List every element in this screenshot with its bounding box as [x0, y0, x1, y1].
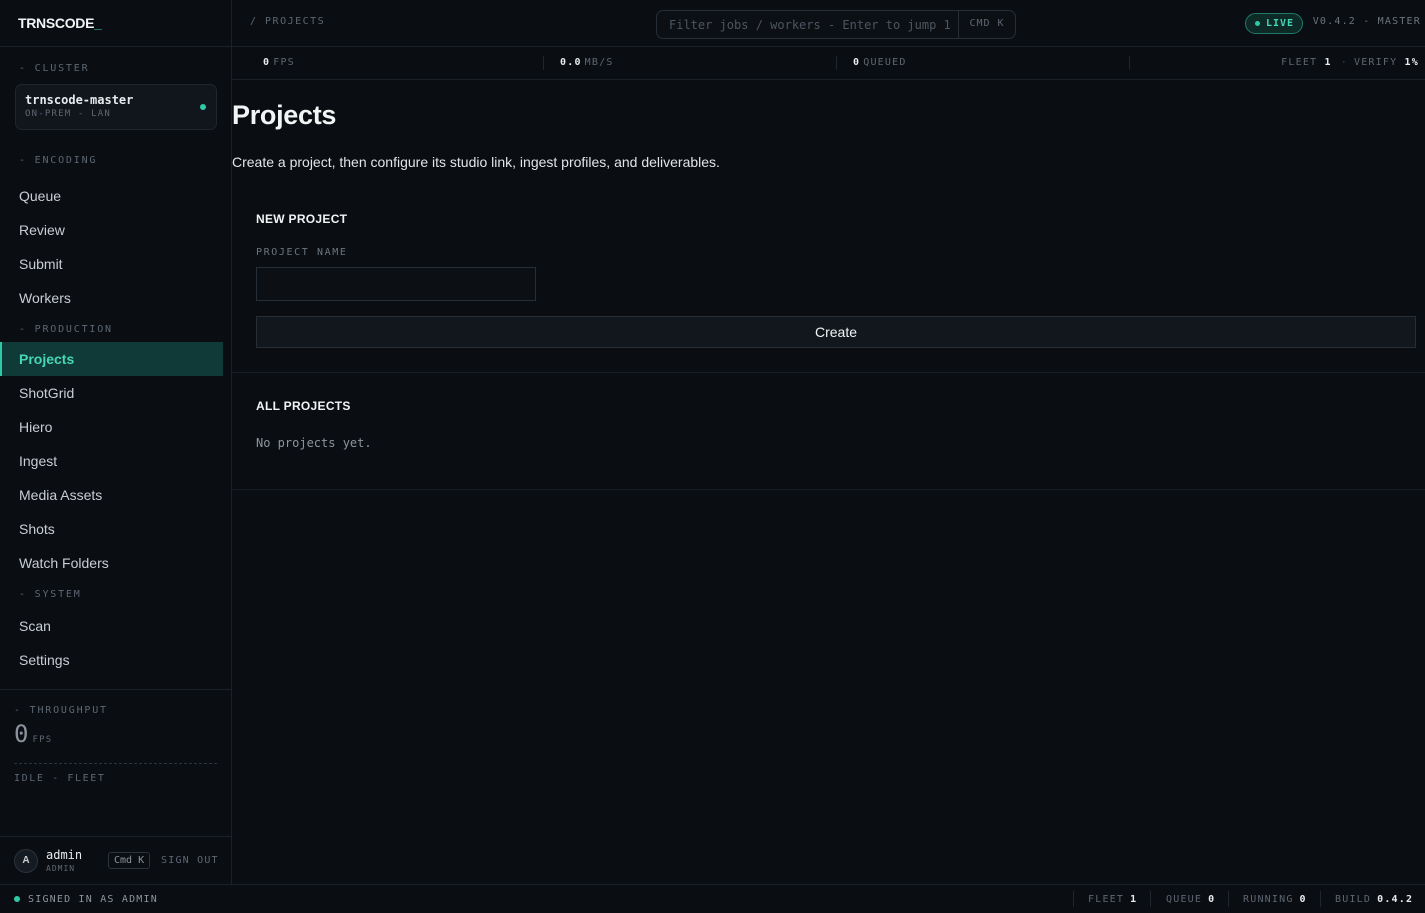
sidebar-item-shotgrid[interactable]: ShotGrid: [0, 376, 223, 410]
stat-divider: [1129, 56, 1130, 70]
footer-running: RUNNING 0: [1243, 894, 1307, 905]
search-input[interactable]: [657, 11, 958, 38]
signed-in-label: SIGNED IN AS ADMIN: [28, 894, 158, 905]
fleet-state: IDLE - FLEET: [14, 773, 106, 784]
footer-divider: [1320, 891, 1321, 907]
stat-fleet-verify: FLEET 1 · VERIFY 1%: [1281, 57, 1419, 68]
version-label: V0.4.2 - MASTER: [1312, 16, 1421, 27]
command-palette-shortcut[interactable]: Cmd K: [108, 852, 151, 869]
page-title: Projects: [232, 100, 337, 130]
user-role: ADMIN: [46, 864, 76, 873]
cluster-selector[interactable]: trnscode-master ON-PREM - LAN: [15, 84, 217, 130]
sidebar-item-settings[interactable]: Settings: [0, 643, 223, 677]
sidebar-item-review[interactable]: Review: [0, 213, 223, 247]
sidebar-item-submit[interactable]: Submit: [0, 247, 223, 281]
sidebar-item-media-assets[interactable]: Media Assets: [0, 478, 223, 512]
signed-in-status-dot: [14, 896, 20, 902]
search-box: CMD K: [656, 10, 1016, 39]
user-name: admin: [46, 848, 83, 862]
footer-queue: QUEUE 0: [1166, 894, 1216, 905]
user-panel: A admin ADMIN Cmd K SIGN OUT: [0, 836, 231, 884]
sidebar-item-workers[interactable]: Workers: [0, 281, 223, 315]
footer-build: BUILD 0.4.2: [1335, 894, 1414, 905]
footer-divider: [1228, 891, 1229, 907]
sidebar-item-ingest[interactable]: Ingest: [0, 444, 223, 478]
section-divider: [232, 489, 1425, 490]
new-project-title: NEW PROJECT: [256, 212, 348, 226]
avatar[interactable]: A: [14, 849, 38, 873]
topbar: / PROJECTS CMD K LIVE V0.4.2 - MASTER: [232, 0, 1425, 47]
live-status-badge: LIVE: [1245, 13, 1303, 34]
sidebar-item-queue[interactable]: Queue: [0, 179, 223, 213]
sidebar: TRNSCODE_ - CLUSTER trnscode-master ON-P…: [0, 0, 232, 884]
section-label-system: - SYSTEM: [19, 589, 82, 600]
footer-divider: [1150, 891, 1151, 907]
breadcrumb: / PROJECTS: [250, 16, 326, 27]
app-logo[interactable]: TRNSCODE_: [0, 0, 231, 47]
throughput-unit: FPS: [32, 735, 53, 745]
stat-divider: [836, 56, 837, 70]
footer-divider: [1073, 891, 1074, 907]
project-name-input[interactable]: [256, 267, 536, 301]
cluster-location: ON-PREM - LAN: [25, 109, 112, 119]
section-label-cluster: - CLUSTER: [19, 63, 90, 74]
throughput-readout: 0 FPS: [0, 718, 231, 752]
stat-queued: 0 QUEUED: [853, 57, 907, 68]
section-label-encoding: - ENCODING: [19, 155, 98, 166]
sidebar-item-hiero[interactable]: Hiero: [0, 410, 223, 444]
status-footer: SIGNED IN AS ADMIN FLEET 1 QUEUE 0 RUNNING…: [0, 884, 1425, 913]
sidebar-item-shots[interactable]: Shots: [0, 512, 223, 546]
sidebar-item-watch-folders[interactable]: Watch Folders: [0, 546, 223, 580]
sign-out-button[interactable]: SIGN OUT: [161, 855, 219, 866]
stat-fps: 0 FPS: [263, 57, 295, 68]
page-subtitle: Create a project, then configure its stu…: [232, 154, 720, 170]
search-shortcut-hint: CMD K: [958, 11, 1015, 38]
stat-throughput: 0.0 MB/S: [560, 57, 614, 68]
all-projects-title: ALL PROJECTS: [256, 399, 351, 413]
cluster-name: trnscode-master: [25, 93, 134, 107]
footer-fleet: FLEET 1: [1088, 894, 1138, 905]
sidebar-item-projects[interactable]: Projects: [0, 342, 223, 376]
section-label-throughput: - THROUGHPUT: [14, 705, 108, 716]
project-name-label: PROJECT NAME: [256, 247, 348, 258]
create-project-button[interactable]: Create: [256, 316, 1416, 348]
cluster-status-dot: [200, 104, 206, 110]
section-divider: [232, 372, 1425, 373]
stat-divider: [543, 56, 544, 70]
empty-projects-message: No projects yet.: [256, 436, 372, 450]
sidebar-item-scan[interactable]: Scan: [0, 609, 223, 643]
throughput-value: 0: [14, 720, 29, 748]
stats-bar: 0 FPS 0.0 MB/S 0 QUEUED FLEET 1 · VERIFY 1%: [232, 48, 1425, 80]
section-label-production: - PRODUCTION: [19, 324, 113, 335]
